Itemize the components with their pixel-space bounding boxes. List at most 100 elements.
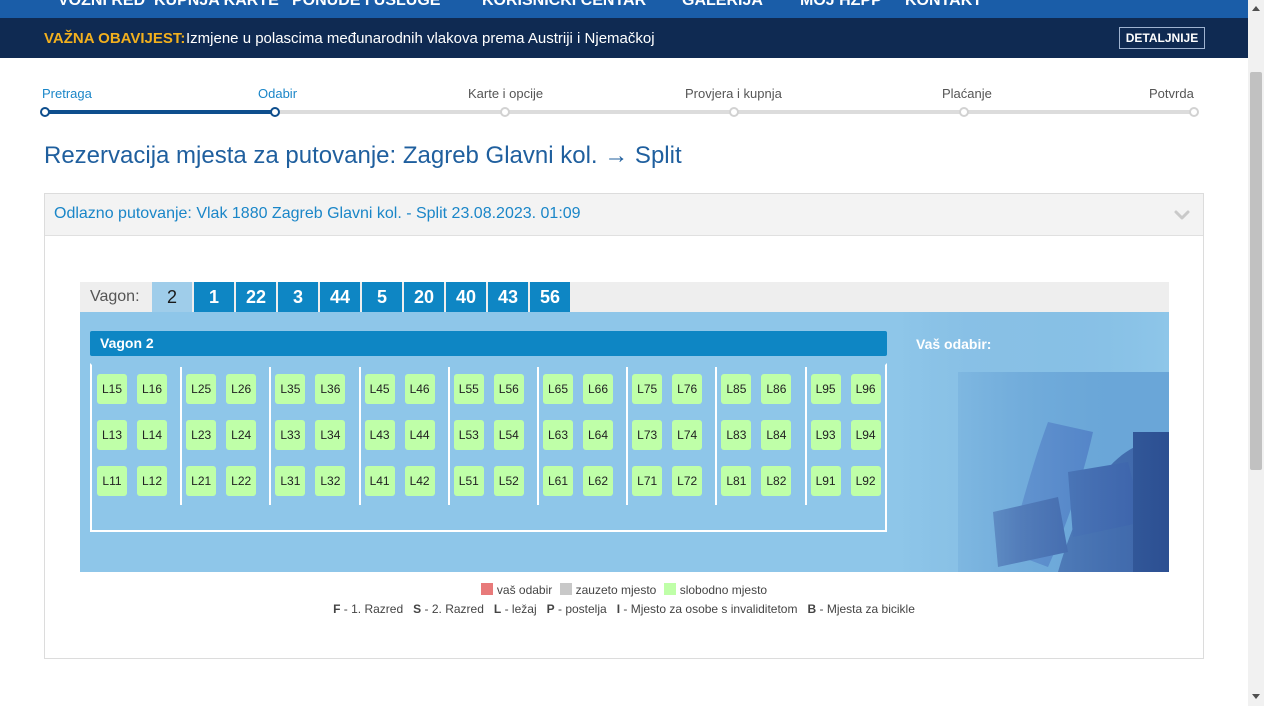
seat-l32[interactable]: L32 <box>315 466 346 496</box>
wagon-tab-56[interactable]: 56 <box>530 282 570 312</box>
step-dot-provjera-kupnja <box>729 107 739 117</box>
seat-l82[interactable]: L82 <box>761 466 792 496</box>
seat-l24[interactable]: L24 <box>226 420 257 450</box>
wagon-tabs-label: Vagon: <box>90 288 140 305</box>
scrollbar-thumb[interactable] <box>1250 72 1262 470</box>
seat-l94[interactable]: L94 <box>850 420 881 450</box>
seat-l45[interactable]: L45 <box>364 374 395 404</box>
journey-header-text: Odlazno putovanje: Vlak 1880 Zagreb Glav… <box>54 205 581 222</box>
seat-l51[interactable]: L51 <box>453 466 484 496</box>
seat-l93[interactable]: L93 <box>810 420 841 450</box>
page-scrollbar[interactable] <box>1248 0 1264 706</box>
seat-l81[interactable]: L81 <box>721 466 752 496</box>
seat-l86[interactable]: L86 <box>761 374 792 404</box>
seat-l62[interactable]: L62 <box>583 466 613 496</box>
seat-l52[interactable]: L52 <box>493 466 524 496</box>
wagon-tab-22[interactable]: 22 <box>236 282 276 312</box>
seat-l44[interactable]: L44 <box>404 420 435 450</box>
compartment-divider <box>537 367 539 505</box>
seat-l91[interactable]: L91 <box>810 466 841 496</box>
legend-swatch-occupied <box>559 583 572 595</box>
abbr-l: L - ležaj <box>493 602 537 616</box>
seat-l95[interactable]: L95 <box>810 374 841 404</box>
seat-l25[interactable]: L25 <box>186 374 217 404</box>
scroll-up-icon[interactable] <box>1252 6 1260 11</box>
seat-l53[interactable]: L53 <box>453 420 484 450</box>
seat-l71[interactable]: L71 <box>632 466 663 496</box>
chevron-down-icon[interactable] <box>1173 206 1191 224</box>
seat-l42[interactable]: L42 <box>404 466 435 496</box>
wagon-tab-2[interactable]: 2 <box>152 282 192 312</box>
seat-l31[interactable]: L31 <box>275 466 306 496</box>
seat-l96[interactable]: L96 <box>850 374 881 404</box>
seat-legend: vaš odabir zauzeto mjesto slobodno mjest… <box>45 583 1203 597</box>
seat-l74[interactable]: L74 <box>672 420 703 450</box>
seat-l22[interactable]: L22 <box>226 466 257 496</box>
seat-l41[interactable]: L41 <box>364 466 395 496</box>
nav-galerija[interactable]: GALERIJA <box>682 0 763 10</box>
seat-l56[interactable]: L56 <box>493 374 524 404</box>
seat-l65[interactable]: L65 <box>543 374 573 404</box>
scroll-down-icon[interactable] <box>1252 694 1260 699</box>
seat-l66[interactable]: L66 <box>583 374 613 404</box>
seat-l46[interactable]: L46 <box>404 374 435 404</box>
seat-l76[interactable]: L76 <box>672 374 703 404</box>
wagon-tab-43[interactable]: 43 <box>488 282 528 312</box>
seat-l64[interactable]: L64 <box>583 420 613 450</box>
step-dot-placanje <box>959 107 969 117</box>
seat-l33[interactable]: L33 <box>275 420 306 450</box>
seat-l43[interactable]: L43 <box>364 420 395 450</box>
step-provjera-kupnja: Provjera i kupnja <box>685 86 782 101</box>
step-pretraga[interactable]: Pretraga <box>42 86 92 101</box>
seat-l72[interactable]: L72 <box>672 466 703 496</box>
seat-l85[interactable]: L85 <box>721 374 752 404</box>
step-karte-opcije: Karte i opcije <box>468 86 544 101</box>
legend-item-selected: vaš odabir <box>480 583 552 597</box>
main-navigation: VOZNI RED KUPNJA KARTE PONUDE I USLUGE K… <box>0 0 1248 18</box>
step-placanje: Plaćanje <box>942 86 992 101</box>
seat-l73[interactable]: L73 <box>632 420 663 450</box>
seat-l23[interactable]: L23 <box>186 420 217 450</box>
wagon-tab-20[interactable]: 20 <box>404 282 444 312</box>
wagon-tab-40[interactable]: 40 <box>446 282 486 312</box>
nav-kupnja-karte[interactable]: KUPNJA KARTE <box>154 0 279 10</box>
legend-swatch-free <box>663 583 676 595</box>
notice-details-button[interactable]: DETALJNIJE <box>1119 27 1205 49</box>
wagon-tab-1[interactable]: 1 <box>194 282 234 312</box>
seat-l55[interactable]: L55 <box>453 374 484 404</box>
seat-l14[interactable]: L14 <box>137 420 167 450</box>
notice-text[interactable]: Izmjene u polascima međunarodnih vlakova… <box>186 30 655 47</box>
seat-l92[interactable]: L92 <box>850 466 881 496</box>
seat-l54[interactable]: L54 <box>493 420 524 450</box>
nav-ponude-usluge[interactable]: PONUDE I USLUGE <box>292 0 440 10</box>
seat-l12[interactable]: L12 <box>137 466 167 496</box>
seat-l13[interactable]: L13 <box>97 420 127 450</box>
nav-moj-hzpp[interactable]: MOJ HŽPP <box>800 0 882 10</box>
seat-l83[interactable]: L83 <box>721 420 752 450</box>
compartment-divider <box>358 367 361 505</box>
wagon-tab-5[interactable]: 5 <box>362 282 402 312</box>
journey-panel-header[interactable]: Odlazno putovanje: Vlak 1880 Zagreb Glav… <box>45 194 1203 236</box>
wagon-tab-44[interactable]: 44 <box>320 282 360 312</box>
wagon-title-bar: Vagon 2 <box>90 331 887 356</box>
seat-l75[interactable]: L75 <box>632 374 663 404</box>
seat-l63[interactable]: L63 <box>543 420 573 450</box>
seat-l21[interactable]: L21 <box>186 466 217 496</box>
seat-l11[interactable]: L11 <box>97 466 127 496</box>
step-dot-karte-opcije <box>500 107 510 117</box>
seat-l35[interactable]: L35 <box>275 374 306 404</box>
legend-item-occupied: zauzeto mjesto <box>559 583 656 597</box>
nav-kontakt[interactable]: KONTAKT <box>905 0 982 10</box>
wagon-tab-3[interactable]: 3 <box>278 282 318 312</box>
seat-l84[interactable]: L84 <box>761 420 792 450</box>
seat-l36[interactable]: L36 <box>315 374 346 404</box>
seat-l26[interactable]: L26 <box>226 374 257 404</box>
seat-l15[interactable]: L15 <box>97 374 127 404</box>
legend-swatch-selected <box>480 583 493 595</box>
abbr-i: I - Mjesto za osobe s invaliditetom <box>616 602 798 616</box>
seat-l61[interactable]: L61 <box>543 466 573 496</box>
seat-l34[interactable]: L34 <box>315 420 346 450</box>
nav-korisnicki-centar[interactable]: KORISNIČKI CENTAR <box>482 0 646 10</box>
seat-l16[interactable]: L16 <box>137 374 167 404</box>
nav-vozni-red[interactable]: VOZNI RED <box>58 0 145 10</box>
